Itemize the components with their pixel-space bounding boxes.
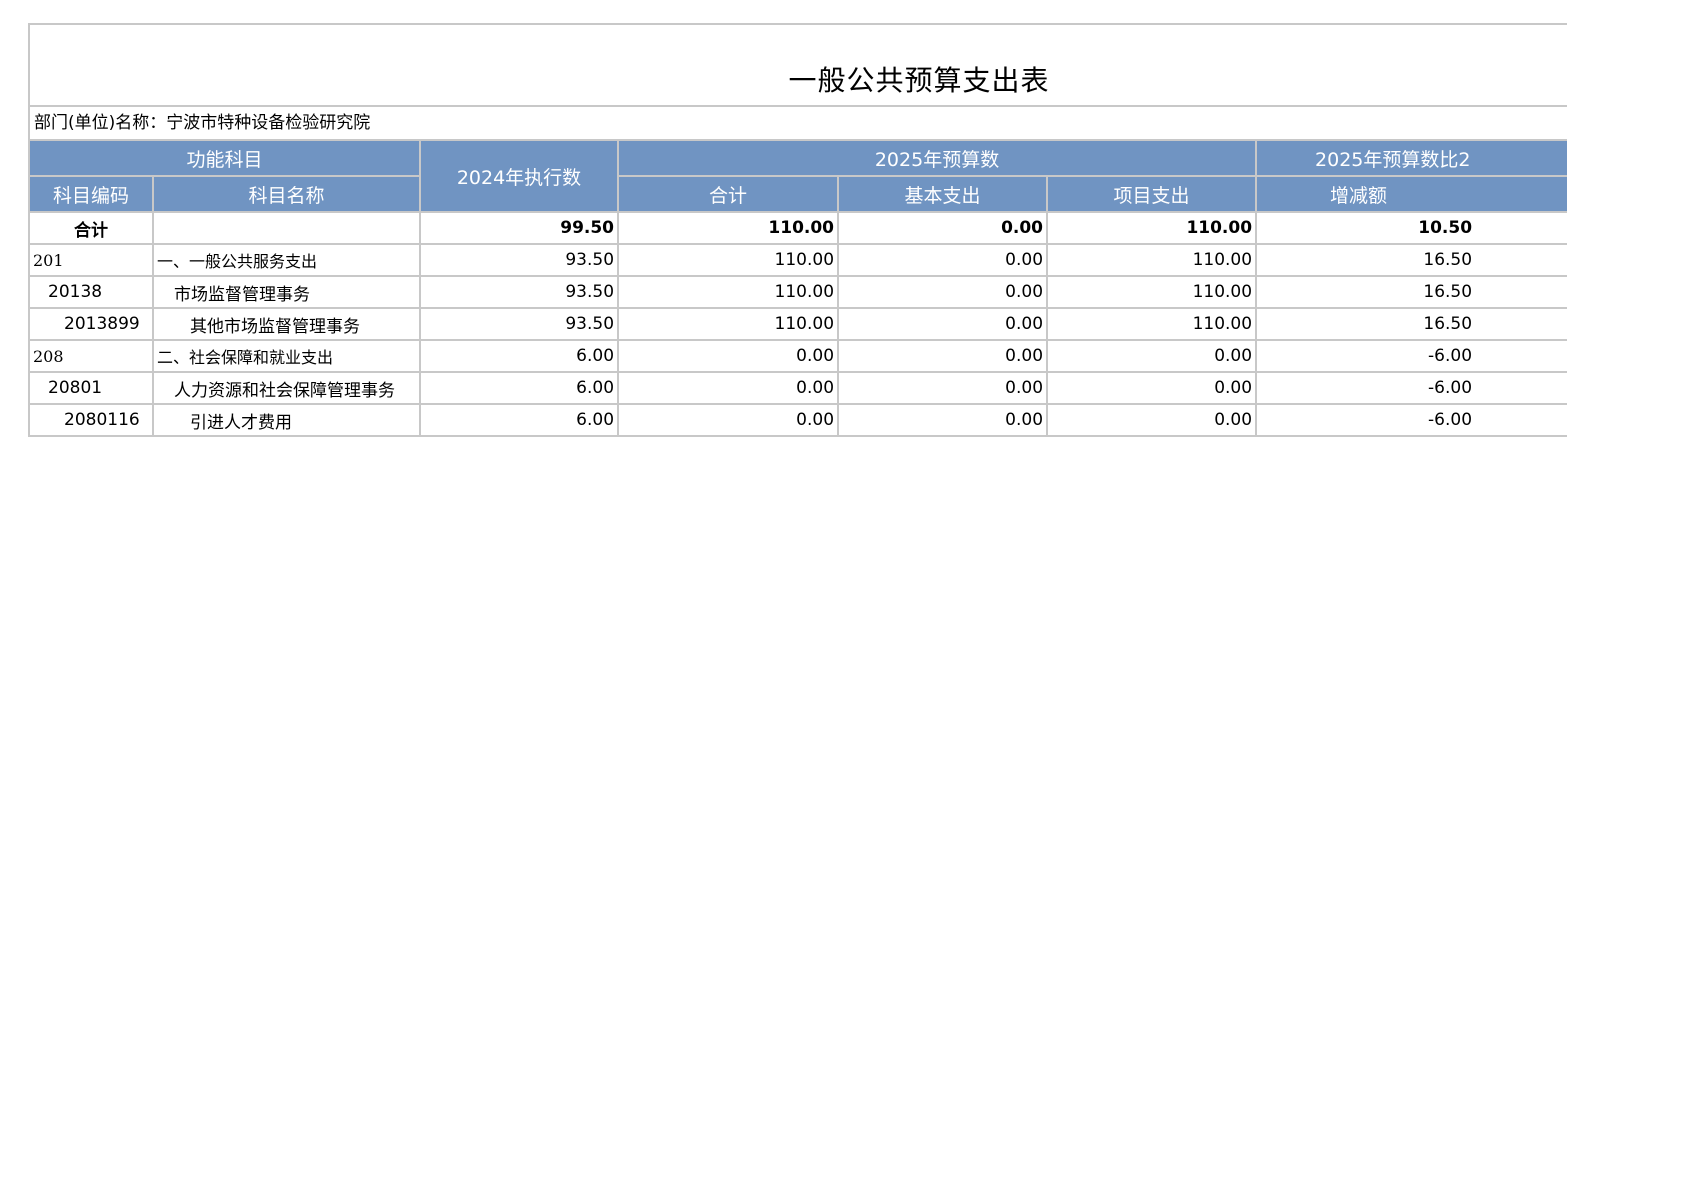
department-label: 部门(单位)名称：宁波市特种设备检验研究院: [28, 107, 1567, 139]
cell-project: 110.00: [1046, 275, 1258, 309]
cell-exec: 6.00: [419, 371, 620, 405]
cell-basic: 0.00: [837, 339, 1049, 373]
cell-total: 110.00: [617, 243, 840, 277]
cell-exec: 6.00: [419, 339, 620, 373]
cell-total: 110.00: [617, 307, 840, 341]
header-change: 增减额: [1255, 175, 1567, 213]
cell-exec: 99.50: [419, 211, 620, 245]
cell-code: 201: [28, 243, 154, 277]
cell-total: 0.00: [617, 371, 840, 405]
header-code: 科目编码: [28, 175, 154, 213]
cell-code: 2080116: [28, 403, 154, 437]
cell-change-value: 10.50: [1418, 218, 1473, 238]
header-compare-label: 2025年预算数比2: [1315, 148, 1471, 171]
table-row: 208 二、社会保障和就业支出 6.00 0.00 0.00 0.00 -6.0…: [28, 339, 1567, 373]
cell-project: 0.00: [1046, 371, 1258, 405]
cell-exec: 93.50: [419, 243, 620, 277]
title-row: 一般公共预算支出表: [28, 23, 1567, 107]
cell-project: 110.00: [1046, 243, 1258, 277]
cell-change-value: -6.00: [1428, 410, 1473, 430]
cell-change-value: -6.00: [1428, 378, 1473, 398]
table-row: 2080116 引进人才费用 6.00 0.00 0.00 0.00 -6.00: [28, 403, 1567, 437]
cell-basic: 0.00: [837, 403, 1049, 437]
cell-exec: 6.00: [419, 403, 620, 437]
cell-change: -6.00: [1255, 339, 1567, 373]
cell-basic: 0.00: [837, 243, 1049, 277]
cell-exec: 93.50: [419, 307, 620, 341]
cell-change-value: 16.50: [1423, 282, 1473, 302]
cell-name: 一、一般公共服务支出: [151, 243, 422, 277]
header-basic: 基本支出: [837, 175, 1049, 213]
cell-change-value: 16.50: [1423, 250, 1473, 270]
table-row: 201 一、一般公共服务支出 93.50 110.00 0.00 110.00 …: [28, 243, 1567, 277]
cell-basic: 0.00: [837, 371, 1049, 405]
cell-change: -6.00: [1255, 371, 1567, 405]
header-name: 科目名称: [151, 175, 422, 213]
cell-total: 0.00: [617, 403, 840, 437]
header-function-subject: 功能科目: [28, 139, 422, 177]
cell-change: -6.00: [1255, 403, 1567, 437]
budget-table: 功能科目 2024年执行数 2025年预算数 2025年预算数比2 科目编码 科…: [28, 139, 1567, 437]
cell-name: [151, 211, 422, 245]
header-total: 合计: [617, 175, 840, 213]
cell-code: 20801: [28, 371, 154, 405]
cell-exec: 93.50: [419, 275, 620, 309]
cell-total: 110.00: [617, 211, 840, 245]
header-change-label: 增减额: [1330, 184, 1388, 207]
cell-code: 208: [28, 339, 154, 373]
cell-code: 2013899: [28, 307, 154, 341]
header-compare: 2025年预算数比2: [1255, 139, 1567, 177]
cell-total: 0.00: [617, 339, 840, 373]
header-project: 项目支出: [1046, 175, 1258, 213]
table-row: 2013899 其他市场监督管理事务 93.50 110.00 0.00 110…: [28, 307, 1567, 341]
table-row: 20138 市场监督管理事务 93.50 110.00 0.00 110.00 …: [28, 275, 1567, 309]
cell-name: 人力资源和社会保障管理事务: [151, 371, 422, 405]
cell-change: 16.50: [1255, 275, 1567, 309]
cell-project: 110.00: [1046, 307, 1258, 341]
table-row: 20801 人力资源和社会保障管理事务 6.00 0.00 0.00 0.00 …: [28, 371, 1567, 405]
table-row-total: 合计 99.50 110.00 0.00 110.00 10.50: [28, 211, 1567, 245]
cell-name: 其他市场监督管理事务: [151, 307, 422, 341]
cell-code: 合计: [28, 211, 154, 245]
header-exec-2024: 2024年执行数: [419, 139, 620, 213]
cell-project: 0.00: [1046, 403, 1258, 437]
cell-name: 市场监督管理事务: [151, 275, 422, 309]
cell-change-value: -6.00: [1428, 346, 1473, 366]
cell-basic: 0.00: [837, 275, 1049, 309]
cell-change: 16.50: [1255, 307, 1567, 341]
cell-basic: 0.00: [837, 307, 1049, 341]
header-budget-2025: 2025年预算数: [617, 139, 1258, 177]
cell-change-value: 16.50: [1423, 314, 1473, 334]
cell-project: 110.00: [1046, 211, 1258, 245]
cell-project: 0.00: [1046, 339, 1258, 373]
spreadsheet: 一般公共预算支出表 部门(单位)名称：宁波市特种设备检验研究院 功能科目 202…: [28, 23, 1567, 437]
cell-change: 10.50: [1255, 211, 1567, 245]
cell-code: 20138: [28, 275, 154, 309]
page-title: 一般公共预算支出表: [788, 64, 1050, 97]
cell-name: 二、社会保障和就业支出: [151, 339, 422, 373]
cell-basic: 0.00: [837, 211, 1049, 245]
cell-change: 16.50: [1255, 243, 1567, 277]
cell-total: 110.00: [617, 275, 840, 309]
cell-name: 引进人才费用: [151, 403, 422, 437]
